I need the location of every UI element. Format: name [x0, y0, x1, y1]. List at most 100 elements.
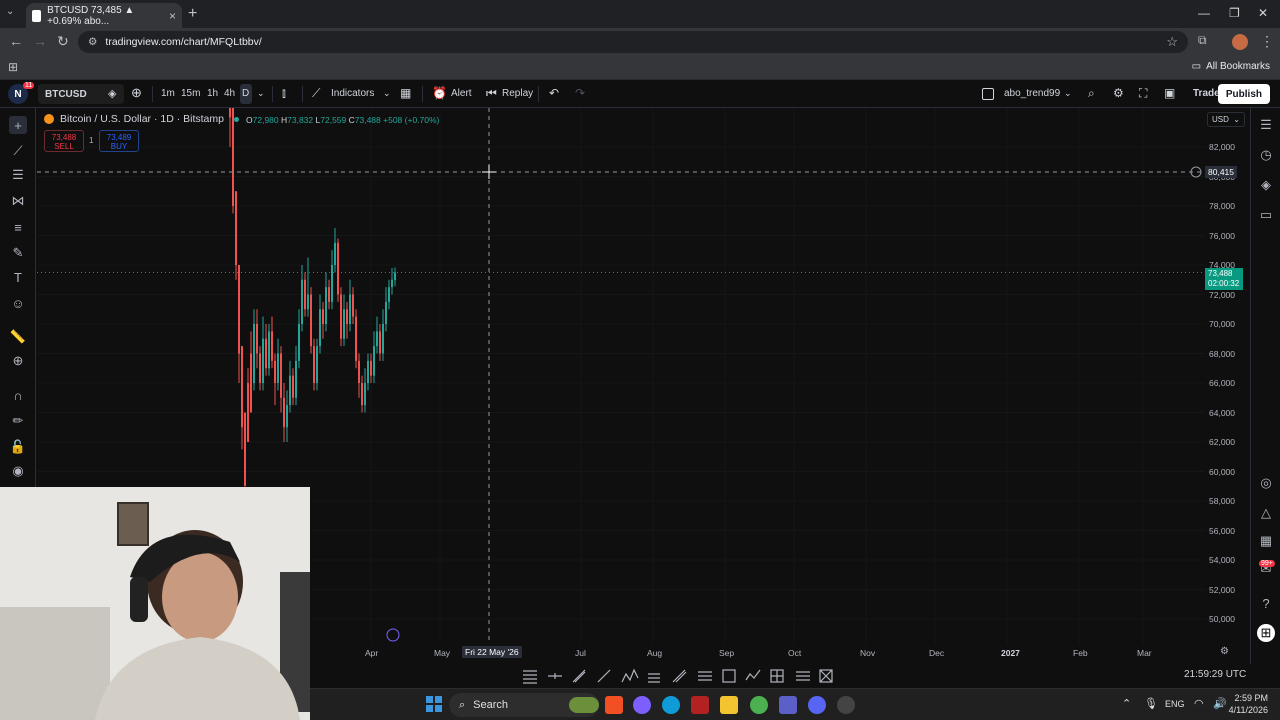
minimize-icon[interactable]: — — [1198, 6, 1210, 20]
system-clock[interactable]: 2:59 PM 4/11/2026 — [1229, 692, 1268, 716]
buy-button[interactable]: 73,489 BUY — [99, 130, 139, 152]
app-icon-a[interactable] — [605, 696, 623, 714]
interval-4h[interactable]: 4h — [224, 88, 235, 99]
alert-icon[interactable]: ⏰ — [432, 86, 447, 100]
symbol-options-icon[interactable]: ◈ — [108, 87, 116, 100]
trade-button[interactable]: Trade — [1193, 88, 1220, 99]
lock-icon[interactable]: 🔓 — [9, 438, 27, 456]
layout-name[interactable]: abo_trend99 — [1004, 88, 1060, 99]
wifi-icon[interactable]: ◠ — [1194, 697, 1204, 710]
compare-add-icon[interactable]: ⊕ — [131, 85, 142, 101]
extensions-icon[interactable]: ⧉ — [1198, 33, 1207, 48]
help-icon[interactable]: ? — [1257, 594, 1275, 612]
watchlist-icon[interactable]: ☰ — [1257, 116, 1275, 134]
drawing-shortcut-icons[interactable] — [500, 664, 860, 688]
trend-line-icon[interactable]: ⟋ — [9, 142, 27, 160]
indicators-icon[interactable]: ⟋ — [312, 86, 320, 101]
all-bookmarks-button[interactable]: ▭ All Bookmarks — [1192, 61, 1270, 72]
keep-drawing-icon[interactable]: ✏ — [9, 412, 27, 430]
ruler-icon[interactable]: 📏 — [9, 328, 27, 346]
fib-tool-icon[interactable]: ☰ — [9, 166, 27, 184]
tab-search-icon[interactable]: ⌄ — [6, 6, 14, 17]
apps-grid-icon[interactable]: ⊞ — [8, 60, 18, 74]
reload-icon[interactable]: ↻ — [57, 33, 69, 50]
game-app-icon[interactable] — [691, 696, 709, 714]
layers-icon[interactable]: ◈ — [1257, 176, 1275, 194]
bookmark-star-icon[interactable]: ☆ — [1166, 34, 1178, 50]
quick-search-icon[interactable]: ⌕ — [1088, 86, 1095, 101]
redo-icon[interactable]: ↷ — [575, 86, 585, 100]
hide-drawings-icon[interactable]: ◉ — [9, 462, 27, 480]
candle-body — [376, 331, 378, 347]
publish-button[interactable]: Publish — [1217, 84, 1270, 104]
projection-tool-icon[interactable]: ≡ — [9, 218, 27, 236]
calendar-icon[interactable]: ▦ — [1257, 532, 1275, 550]
sell-button[interactable]: 73,488 SELL — [44, 130, 84, 152]
forward-icon[interactable]: → — [33, 33, 47, 49]
apps-menu-icon[interactable]: ⊞ — [1257, 624, 1275, 642]
chat-icon[interactable]: ▭ — [1257, 206, 1275, 224]
ideas-icon[interactable]: △ — [1257, 504, 1275, 522]
candle-type-icon[interactable]: ⫾ — [282, 86, 286, 101]
browser-menu-icon[interactable]: ⋮ — [1260, 33, 1274, 50]
magnet-icon[interactable]: ∩ — [9, 386, 27, 404]
camera-icon[interactable]: ▣ — [1164, 86, 1175, 100]
teams-icon[interactable] — [779, 696, 797, 714]
interval-1m[interactable]: 1m — [161, 88, 175, 99]
alerts-clock-icon[interactable]: ◷ — [1257, 146, 1275, 164]
url-field[interactable]: ⚙ tradingview.com/chart/MFQLtbbv/ ☆ — [78, 31, 1188, 53]
crosshair-tool-icon[interactable]: + — [9, 116, 27, 134]
replay-button[interactable]: Replay — [502, 88, 533, 99]
target-icon[interactable]: ◎ — [1257, 474, 1275, 492]
back-icon[interactable]: ← — [9, 33, 23, 49]
time-scale[interactable]: Apr May Jul Aug Sep Oct Nov Dec 2027 Feb Mar Fri 22… — [310, 644, 1250, 664]
taskbar-search[interactable]: ⌕ Search — [449, 693, 599, 717]
interval-1h[interactable]: 1h — [207, 88, 218, 99]
restore-icon[interactable]: ❐ — [1229, 6, 1240, 20]
site-info-icon[interactable]: ⚙ — [88, 36, 97, 48]
candle-body — [361, 383, 363, 406]
fullscreen-icon[interactable]: ⛶ — [1139, 86, 1147, 101]
language-indicator[interactable]: ENG — [1165, 699, 1185, 709]
file-explorer-icon[interactable] — [720, 696, 738, 714]
utc-clock[interactable]: 21:59:29 UTC — [1184, 669, 1246, 680]
layout-icon[interactable] — [982, 88, 994, 100]
alert-button[interactable]: Alert — [451, 88, 472, 99]
tray-chevron-icon[interactable]: ⌃ — [1122, 697, 1131, 710]
browser-tab[interactable]: BTCUSD 73,485 ▲ +0.69% abo... × — [26, 3, 182, 28]
layout-dropdown-icon[interactable]: ⌄ — [1064, 88, 1072, 99]
window-close-icon[interactable]: ✕ — [1258, 6, 1268, 20]
interval-dropdown-icon[interactable]: ⌄ — [257, 88, 265, 99]
zoom-in-icon[interactable]: ⊕ — [9, 352, 27, 370]
currency-select[interactable]: USD ⌄ — [1207, 112, 1245, 127]
chart-legend: Bitcoin / U.S. Dollar · 1D · Bitstamp — [44, 113, 239, 125]
templates-icon[interactable]: ▦ — [400, 86, 411, 100]
price-scale[interactable]: 82,00080,00078,00076,00074,00072,00070,0… — [1205, 108, 1250, 664]
text-tool-icon[interactable]: T — [9, 268, 27, 286]
emoji-icon[interactable]: ☺ — [9, 294, 27, 312]
discord-icon[interactable] — [808, 696, 826, 714]
new-tab-button[interactable]: + — [188, 5, 197, 23]
replay-icon[interactable]: ⏮ — [486, 86, 497, 101]
chrome-icon[interactable] — [750, 696, 768, 714]
candle-body — [373, 346, 375, 376]
tab-close-icon[interactable]: × — [169, 9, 176, 23]
interval-D[interactable]: D — [240, 84, 252, 104]
brush-icon[interactable]: ✎ — [9, 244, 27, 262]
legend-title[interactable]: Bitcoin / U.S. Dollar · 1D · Bitstamp — [60, 113, 224, 125]
mic-icon[interactable]: 🎙 — [1144, 697, 1158, 710]
indicators-button[interactable]: Indicators — [331, 88, 374, 99]
settings-gear-icon[interactable]: ⚙ — [1113, 86, 1124, 100]
interval-15m[interactable]: 15m — [181, 88, 200, 99]
settings-app-icon[interactable] — [837, 696, 855, 714]
candle-body — [340, 294, 342, 339]
copilot-icon[interactable] — [633, 696, 651, 714]
profile-avatar[interactable] — [1232, 34, 1248, 50]
windows-start-icon[interactable] — [426, 696, 442, 712]
indicators-dropdown-icon[interactable]: ⌄ — [383, 88, 391, 99]
undo-icon[interactable]: ↶ — [549, 86, 559, 100]
pattern-tool-icon[interactable]: ⋈ — [9, 192, 27, 210]
volume-icon[interactable]: 🔊 — [1213, 697, 1227, 710]
edge-icon[interactable] — [662, 696, 680, 714]
timescale-settings-icon[interactable]: ⚙ — [1220, 646, 1229, 657]
